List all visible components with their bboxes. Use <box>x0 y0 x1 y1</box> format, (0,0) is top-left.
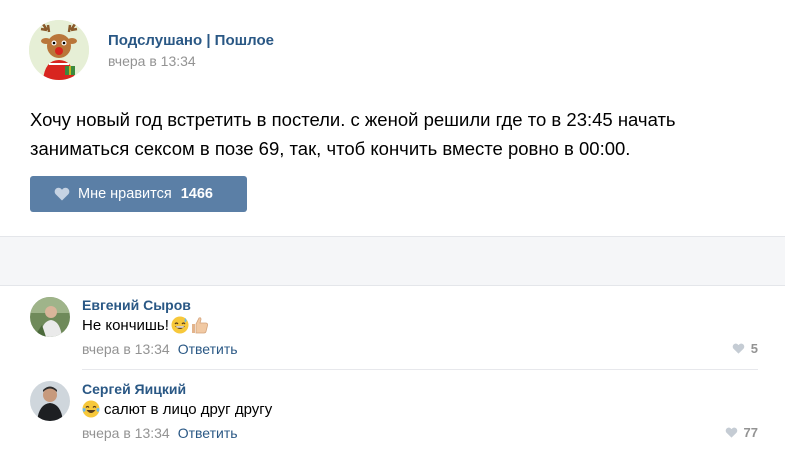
comment-timestamp[interactable]: вчера в 13:34 <box>82 341 170 357</box>
like-label: Мне нравится <box>78 186 172 202</box>
comment-meta: вчера в 13:34 Ответить <box>82 425 238 441</box>
reindeer-avatar-image <box>29 20 89 80</box>
comment-meta: вчера в 13:34 Ответить <box>82 341 238 357</box>
user-photo-icon <box>30 381 70 421</box>
face-with-tears-of-joy-icon <box>82 400 100 418</box>
post-text: Хочу новый год встретить в постели. с же… <box>30 109 676 159</box>
commenter-name-link[interactable]: Евгений Сыров <box>82 297 191 313</box>
post-timestamp[interactable]: вчера в 13:34 <box>108 53 196 69</box>
reply-link[interactable]: Ответить <box>178 425 238 441</box>
heart-icon <box>732 343 745 354</box>
comment-divider <box>82 369 758 370</box>
comment-text-content: салют в лицо друг другу <box>104 400 273 418</box>
comment-like-button[interactable]: 5 <box>732 341 758 356</box>
commenter-name-link[interactable]: Сергей Яицкий <box>82 381 186 397</box>
comment-like-count: 77 <box>743 425 758 440</box>
reply-link[interactable]: Ответить <box>178 341 238 357</box>
comment-text: Не кончишь! <box>82 316 210 334</box>
post-author-link[interactable]: Подслушано | Пошлое <box>108 32 274 49</box>
comment-timestamp[interactable]: вчера в 13:34 <box>82 425 170 441</box>
thumbs-up-icon <box>191 317 208 334</box>
heart-icon <box>54 187 70 201</box>
grinning-face-sweat-icon <box>171 316 189 334</box>
section-divider-band <box>0 236 785 286</box>
comment-like-count: 5 <box>750 341 758 356</box>
user-photo-icon <box>30 297 70 337</box>
comment-like-button[interactable]: 77 <box>725 425 758 440</box>
post-card: Подслушано | Пошлое вчера в 13:34 Хочу н… <box>0 0 785 236</box>
commenter-avatar[interactable] <box>30 297 70 337</box>
like-button[interactable]: Мне нравится 1466 <box>30 176 247 212</box>
comment-text: салют в лицо друг другу <box>82 400 272 418</box>
comment-text-content: Не кончишь! <box>82 316 169 334</box>
community-avatar[interactable] <box>29 20 89 80</box>
like-count: 1466 <box>180 186 213 202</box>
commenter-avatar[interactable] <box>30 381 70 421</box>
heart-icon <box>725 427 737 438</box>
